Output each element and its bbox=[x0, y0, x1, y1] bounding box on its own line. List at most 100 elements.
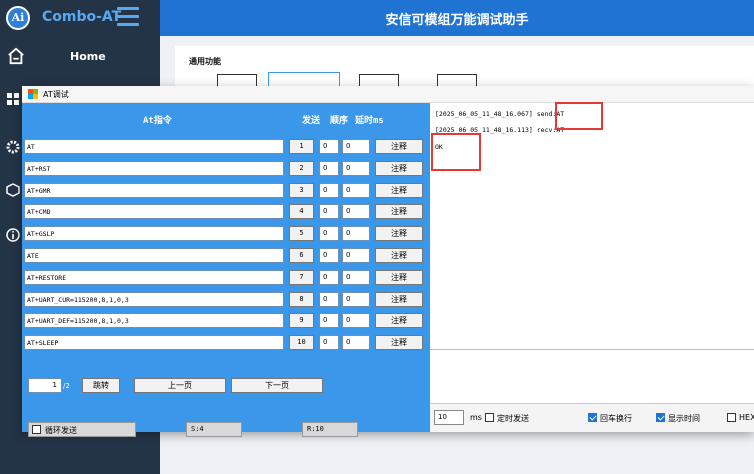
send-button[interactable]: 8 bbox=[289, 291, 314, 307]
interval-input[interactable]: 10 bbox=[434, 410, 464, 425]
command-input[interactable]: AT+SLEEP bbox=[24, 335, 284, 351]
highlight-ok-marker bbox=[431, 133, 481, 171]
command-input[interactable]: AT bbox=[24, 139, 284, 154]
loop-send-label: 循环发送 bbox=[45, 426, 77, 435]
note-button[interactable]: 注释 bbox=[375, 139, 423, 154]
command-row: AT+GMR 3 0 0 注释 bbox=[22, 182, 430, 199]
menu-toggle-icon[interactable] bbox=[117, 7, 139, 27]
command-input[interactable]: ATE bbox=[24, 248, 284, 263]
note-button[interactable]: 注释 bbox=[375, 160, 423, 176]
loop-send-checkbox[interactable]: 循环发送 bbox=[28, 422, 136, 437]
header-command: At指令 bbox=[143, 116, 172, 126]
brand-name: Combo-AT bbox=[42, 9, 122, 25]
at-debug-dialog: AT调试 At指令 发送 顺序 延时ms AT 1 0 0 注释 AT+RST 2 0 0 注释 A… bbox=[22, 86, 754, 437]
options-bar: 10 ms 定时发送 回车换行 显示时间 HEX bbox=[430, 403, 754, 432]
sidebar-item-label: Home bbox=[70, 50, 106, 63]
sidebar-item-home[interactable]: Home bbox=[0, 44, 160, 72]
delay-input[interactable]: 0 bbox=[342, 139, 370, 154]
order-input[interactable]: 0 bbox=[319, 269, 339, 285]
order-input[interactable]: 0 bbox=[319, 248, 339, 263]
window-icon bbox=[28, 89, 38, 99]
info-icon[interactable] bbox=[6, 228, 20, 242]
send-button[interactable]: 2 bbox=[289, 160, 314, 176]
send-button[interactable]: 5 bbox=[289, 226, 314, 242]
delay-input[interactable]: 0 bbox=[342, 291, 370, 307]
note-button[interactable]: 注释 bbox=[375, 291, 423, 307]
note-button[interactable]: 注释 bbox=[375, 204, 423, 220]
order-input[interactable]: 0 bbox=[319, 335, 339, 351]
highlight-send-marker bbox=[555, 102, 603, 130]
prev-page-button[interactable]: 上一页 bbox=[134, 378, 226, 393]
cube-icon[interactable] bbox=[6, 183, 20, 197]
crlf-label: 回车换行 bbox=[600, 414, 632, 423]
order-input[interactable]: 0 bbox=[319, 182, 339, 198]
delay-input[interactable]: 0 bbox=[342, 160, 370, 176]
delay-input[interactable]: 0 bbox=[342, 182, 370, 198]
send-button[interactable]: 4 bbox=[289, 204, 314, 220]
app-title: 安信可模组万能调试助手 bbox=[385, 13, 529, 28]
jump-button[interactable]: 跳转 bbox=[82, 378, 120, 393]
order-input[interactable]: 0 bbox=[319, 291, 339, 307]
page-number-input[interactable]: 1 bbox=[28, 378, 62, 393]
note-button[interactable]: 注释 bbox=[375, 182, 423, 198]
send-button[interactable]: 3 bbox=[289, 182, 314, 198]
interval-unit: ms bbox=[470, 413, 482, 422]
command-pane: At指令 发送 顺序 延时ms AT 1 0 0 注释 AT+RST 2 0 0 注释 AT+GMR… bbox=[22, 103, 430, 437]
header-send: 发送 bbox=[302, 116, 321, 126]
send-input-area[interactable] bbox=[430, 350, 754, 403]
send-button[interactable]: 6 bbox=[289, 248, 314, 263]
send-button[interactable]: 10 bbox=[289, 335, 314, 351]
timed-send-checkbox[interactable] bbox=[485, 413, 494, 422]
command-input[interactable]: AT+GSLP bbox=[24, 226, 284, 242]
command-input[interactable]: AT+GMR bbox=[24, 182, 284, 198]
grid-icon[interactable] bbox=[6, 92, 20, 106]
send-button[interactable]: 7 bbox=[289, 269, 314, 285]
section-label: 通用功能 bbox=[189, 57, 221, 66]
delay-input[interactable]: 0 bbox=[342, 313, 370, 329]
dialog-title: AT调试 bbox=[43, 90, 69, 99]
show-time-label: 显示时间 bbox=[668, 414, 700, 423]
order-input[interactable]: 0 bbox=[319, 226, 339, 242]
header-order: 顺序 bbox=[330, 116, 349, 126]
crlf-checkbox[interactable] bbox=[588, 413, 597, 422]
delay-input[interactable]: 0 bbox=[342, 226, 370, 242]
order-input[interactable]: 0 bbox=[319, 313, 339, 329]
command-row: AT+SLEEP 10 0 0 注释 bbox=[22, 335, 430, 351]
command-row: ATE 6 0 0 注释 bbox=[22, 248, 430, 264]
dialog-title-bar[interactable]: AT调试 bbox=[22, 86, 754, 103]
timed-send-label: 定时发送 bbox=[497, 414, 529, 423]
gear-icon[interactable] bbox=[6, 140, 20, 154]
delay-input[interactable]: 0 bbox=[342, 335, 370, 351]
show-time-checkbox[interactable] bbox=[656, 413, 665, 422]
command-input[interactable]: AT+UART_CUR=115200,8,1,0,3 bbox=[24, 291, 284, 307]
delay-input[interactable]: 0 bbox=[342, 269, 370, 285]
header-delay: 延时ms bbox=[355, 116, 384, 126]
note-button[interactable]: 注释 bbox=[375, 248, 423, 263]
note-button[interactable]: 注释 bbox=[375, 335, 423, 351]
delay-input[interactable]: 0 bbox=[342, 248, 370, 263]
command-input[interactable]: AT+UART_DEF=115200,8,1,0,3 bbox=[24, 313, 284, 329]
log-line: [2025_06_05_11_48_16.067] send:AT bbox=[435, 110, 565, 118]
note-button[interactable]: 注释 bbox=[375, 269, 423, 285]
delay-input[interactable]: 0 bbox=[342, 204, 370, 220]
order-input[interactable]: 0 bbox=[319, 204, 339, 220]
main-panel: 通用功能 bbox=[175, 46, 754, 90]
command-input[interactable]: AT+CMD bbox=[24, 204, 284, 220]
command-row: AT+CMD 4 0 0 注释 bbox=[22, 204, 430, 220]
hex-checkbox[interactable] bbox=[727, 413, 736, 422]
hex-label: HEX bbox=[739, 413, 754, 422]
note-button[interactable]: 注释 bbox=[375, 313, 423, 329]
command-input[interactable]: AT+RESTORE bbox=[24, 269, 284, 285]
note-button[interactable]: 注释 bbox=[375, 226, 423, 242]
command-row: AT+RST 2 0 0 注释 bbox=[22, 160, 430, 177]
next-page-button[interactable]: 下一页 bbox=[231, 378, 323, 393]
received-count: R:10 bbox=[302, 422, 358, 437]
send-button[interactable]: 1 bbox=[289, 139, 314, 154]
order-input[interactable]: 0 bbox=[319, 139, 339, 154]
sent-count: S:4 bbox=[186, 422, 242, 437]
send-button[interactable]: 9 bbox=[289, 313, 314, 329]
home-icon bbox=[8, 47, 24, 65]
command-row: AT+UART_DEF=115200,8,1,0,3 9 0 0 注释 bbox=[22, 313, 430, 329]
command-input[interactable]: AT+RST bbox=[24, 160, 284, 176]
order-input[interactable]: 0 bbox=[319, 160, 339, 176]
